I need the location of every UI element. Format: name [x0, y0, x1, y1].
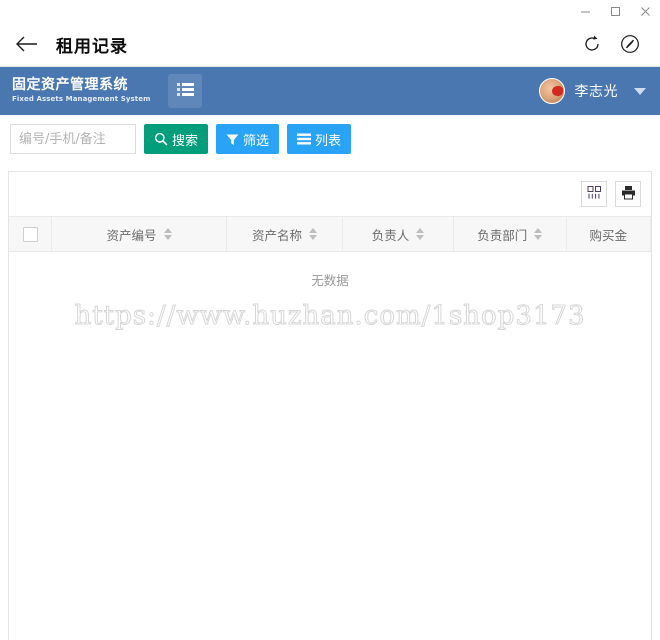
column-label: 资产编号	[106, 227, 157, 243]
column-label: 购买金	[589, 227, 628, 243]
list-button[interactable]: 列表	[287, 124, 352, 154]
search-input[interactable]	[10, 124, 136, 154]
columns-toggle-button[interactable]	[581, 181, 607, 207]
app-header: 租用记录	[0, 22, 660, 67]
list-icon	[297, 133, 312, 145]
back-arrow-icon[interactable]	[12, 29, 42, 59]
close-icon[interactable]	[630, 0, 660, 22]
sort-icon[interactable]	[534, 228, 543, 240]
column-header-asset-name[interactable]: 资产名称	[227, 217, 344, 251]
content-card: 资产编号 资产名称 负责人 负责部门 购买金 无数据 https://www.h…	[8, 171, 652, 640]
watermark-text: https://www.huzhan.com/1shop3173	[74, 301, 586, 332]
printer-icon	[621, 185, 636, 204]
minimize-icon[interactable]	[570, 0, 600, 22]
column-header-purchase-amount[interactable]: 购买金	[567, 217, 651, 251]
column-label: 负责部门	[477, 227, 528, 243]
column-label: 负责人	[371, 227, 410, 243]
empty-state-text: 无数据	[311, 273, 349, 288]
print-button[interactable]	[615, 181, 641, 207]
list-button-label: 列表	[315, 133, 342, 149]
search-button[interactable]: 搜索	[144, 124, 209, 154]
brand-name-en: Fixed Assets Management System	[12, 95, 151, 104]
user-name: 李志光	[574, 84, 618, 100]
brand-name-cn: 固定资产管理系统	[12, 77, 128, 94]
columns-icon	[587, 185, 602, 204]
maximize-icon[interactable]	[600, 0, 630, 22]
table-header-row: 资产编号 资产名称 负责人 负责部门 购买金	[9, 216, 651, 252]
list-menu-icon	[176, 82, 194, 101]
column-header-asset-code[interactable]: 资产编号	[52, 217, 227, 251]
table-toolbar	[9, 172, 651, 216]
sort-icon[interactable]	[163, 228, 172, 240]
window-titlebar	[0, 0, 660, 22]
user-menu[interactable]: 李志光	[538, 78, 646, 104]
column-header-owner[interactable]: 负责人	[343, 217, 454, 251]
search-toolbar: 搜索 筛选 列表	[0, 115, 660, 163]
brand-logo: 固定资产管理系统 Fixed Assets Management System	[12, 78, 150, 103]
system-banner: 固定资产管理系统 Fixed Assets Management System …	[0, 67, 660, 115]
column-label: 资产名称	[251, 227, 302, 243]
funnel-icon	[226, 133, 239, 146]
chevron-down-icon[interactable]	[634, 87, 646, 95]
sort-icon[interactable]	[416, 228, 425, 240]
filter-button[interactable]: 筛选	[216, 124, 280, 154]
column-header-department[interactable]: 负责部门	[454, 217, 567, 251]
avatar	[538, 78, 565, 104]
search-icon	[154, 132, 168, 146]
sort-icon[interactable]	[308, 228, 317, 240]
page-title: 租用记录	[56, 36, 128, 57]
compass-icon[interactable]	[614, 28, 646, 60]
select-all-cell	[9, 217, 53, 251]
refresh-icon[interactable]	[576, 28, 608, 60]
filter-button-label: 筛选	[243, 133, 270, 149]
select-all-checkbox[interactable]	[22, 226, 38, 242]
menu-toggle-button[interactable]	[168, 74, 203, 108]
search-button-label: 搜索	[172, 133, 199, 149]
